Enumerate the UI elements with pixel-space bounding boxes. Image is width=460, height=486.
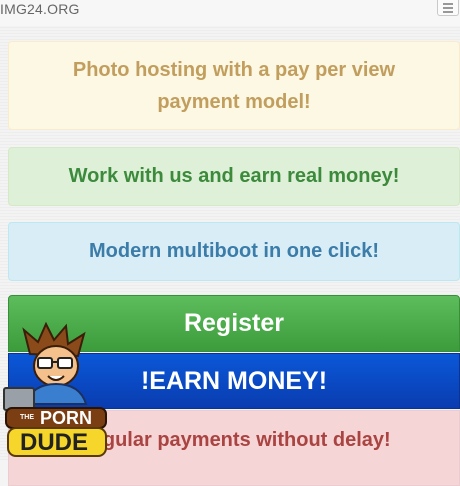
- pay-per-view-text: Photo hosting with a pay per view paymen…: [72, 58, 396, 113]
- badge-line2-text: DUDE: [20, 429, 88, 456]
- hamburger-menu-icon-bar: [443, 7, 453, 9]
- browser-top-bar: IMG24.ORG: [0, 0, 460, 27]
- site-title: IMG24.ORG: [0, 1, 80, 17]
- badge-line1-text: PORN: [40, 408, 92, 428]
- pay-per-view-alert: Photo hosting with a pay per view paymen…: [8, 41, 460, 130]
- hamburger-menu-icon: [443, 3, 453, 5]
- earn-real-money-text: Work with us and earn real money!: [68, 165, 400, 187]
- regular-payments-text: Regular payments without delay!: [77, 429, 391, 451]
- multiboot-text: Modern multiboot in one click!: [89, 240, 379, 262]
- earn-money-button-label: !EARN MONEY!: [140, 366, 328, 395]
- multiboot-alert: Modern multiboot in one click!: [8, 222, 460, 281]
- menu-button[interactable]: [437, 0, 459, 16]
- hamburger-menu-icon-bar: [443, 11, 453, 13]
- porn-dude-ad-badge[interactable]: THE PORN DUDE: [0, 322, 112, 460]
- badge-prefix-text: THE: [20, 414, 34, 421]
- register-button-label: Register: [183, 309, 285, 337]
- earn-real-money-alert: Work with us and earn real money!: [8, 147, 460, 206]
